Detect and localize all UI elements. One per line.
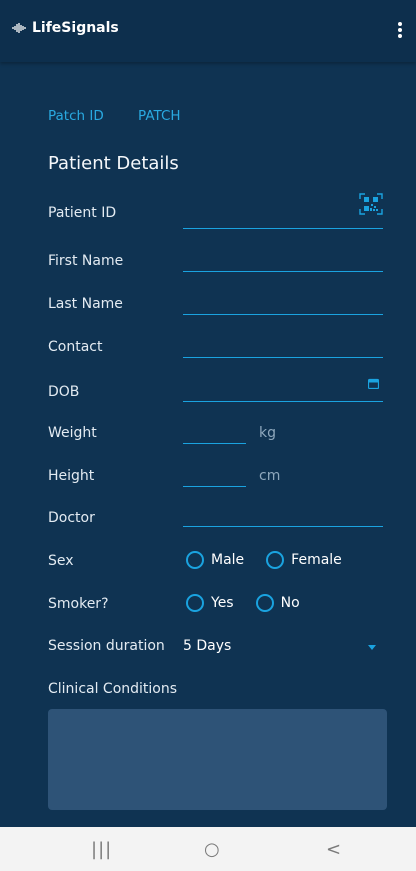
sex-male-label: Male xyxy=(211,552,245,568)
sex-female-radio[interactable]: Female xyxy=(266,551,342,569)
calendar-icon[interactable] xyxy=(368,378,379,389)
system-nav-bar: ||| ○ < xyxy=(0,827,416,871)
doctor-input[interactable] xyxy=(183,526,383,527)
session-duration-value: 5 Days xyxy=(183,638,232,654)
contact-label: Contact xyxy=(48,339,103,355)
recents-button[interactable]: ||| xyxy=(91,839,112,860)
session-duration-label: Session duration xyxy=(48,638,165,654)
smoker-no-label: No xyxy=(280,595,300,611)
height-input[interactable] xyxy=(183,486,246,487)
contact-input[interactable] xyxy=(183,357,383,358)
first-name-input[interactable] xyxy=(183,271,383,272)
sex-radio-group: Male Female xyxy=(186,551,364,569)
first-name-label: First Name xyxy=(48,253,124,269)
radio-circle-icon xyxy=(266,551,285,569)
brand: LifeSignals xyxy=(12,20,119,36)
radio-circle-icon xyxy=(255,594,274,612)
waveform-icon xyxy=(12,23,26,33)
home-button[interactable]: ○ xyxy=(204,839,220,860)
height-label: Height xyxy=(48,468,95,484)
sex-female-label: Female xyxy=(291,552,342,568)
smoker-radio-group: Yes No xyxy=(186,594,322,612)
back-button[interactable]: < xyxy=(326,839,341,860)
patient-id-input[interactable] xyxy=(183,228,383,229)
sex-male-radio[interactable]: Male xyxy=(186,551,244,569)
section-title: Patient Details xyxy=(48,153,179,174)
dob-label: DOB xyxy=(48,384,80,400)
doctor-label: Doctor xyxy=(48,510,95,526)
app-bar: LifeSignals xyxy=(0,0,416,62)
dropdown-arrow-icon xyxy=(368,645,376,650)
smoker-yes-label: Yes xyxy=(211,595,234,611)
patch-id-row: Patch ID PATCH xyxy=(48,108,181,124)
qr-scan-icon[interactable] xyxy=(359,192,383,216)
sex-label: Sex xyxy=(48,553,74,569)
session-duration-select[interactable]: 5 Days xyxy=(183,636,383,660)
smoker-label: Smoker? xyxy=(48,596,109,612)
radio-circle-icon xyxy=(186,551,204,569)
weight-unit: kg xyxy=(259,425,276,441)
patch-id-value: PATCH xyxy=(138,108,181,124)
height-unit: cm xyxy=(259,468,281,484)
patient-id-label: Patient ID xyxy=(48,205,117,221)
smoker-yes-radio[interactable]: Yes xyxy=(186,594,234,612)
last-name-label: Last Name xyxy=(48,296,123,312)
weight-input[interactable] xyxy=(183,443,246,444)
more-vert-icon[interactable] xyxy=(396,22,404,42)
dob-input[interactable] xyxy=(183,401,383,402)
weight-label: Weight xyxy=(48,425,97,441)
clinical-conditions-label: Clinical Conditions xyxy=(48,681,178,697)
last-name-input[interactable] xyxy=(183,314,383,315)
patch-id-label: Patch ID xyxy=(48,108,104,124)
smoker-no-radio[interactable]: No xyxy=(255,594,300,612)
app-title: LifeSignals xyxy=(32,20,119,36)
radio-circle-icon xyxy=(186,594,204,612)
clinical-conditions-textarea[interactable] xyxy=(48,709,387,810)
